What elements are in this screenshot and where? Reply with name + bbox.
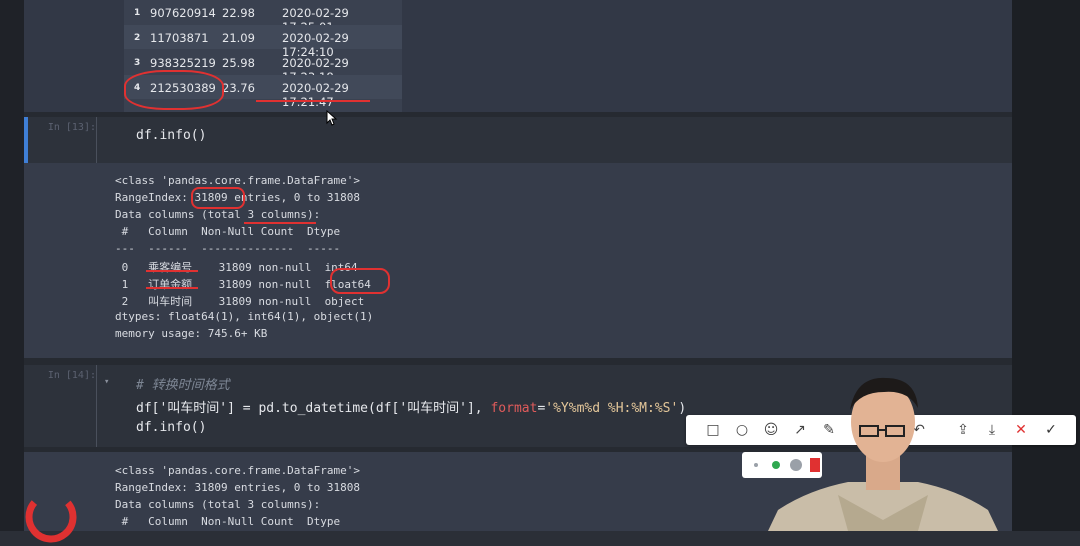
output-line: Data columns (total 3 columns): xyxy=(115,498,321,511)
annotation-circle-row4 xyxy=(124,70,224,110)
circle-icon[interactable]: ○ xyxy=(731,419,753,441)
size-small-dot[interactable] xyxy=(754,463,758,467)
table-row: 2 11703871 21.09 2020-02-29 17:24:10 xyxy=(124,25,402,59)
code-line[interactable]: df.info() xyxy=(136,420,206,435)
cell-passenger-id: 938325219 xyxy=(150,56,216,70)
cell-order-amount: 22.98 xyxy=(222,6,255,20)
output-line: RangeIndex: 31809 entries, 0 to 31808 xyxy=(115,481,361,494)
output-line: <class 'pandas.core.frame.DataFrame'> xyxy=(115,464,361,477)
cell-call-time: 2020-02-29 17:21:47 xyxy=(282,81,349,109)
close-icon[interactable]: ✕ xyxy=(1010,419,1032,441)
output-line: # Column Non-Null Count Dtype xyxy=(115,515,341,528)
output-line: 2 叫车时间 31809 non-null object xyxy=(115,295,365,308)
check-icon[interactable]: ✓ xyxy=(1040,419,1062,441)
code-keyword: format xyxy=(490,401,538,416)
output-line: <class 'pandas.core.frame.DataFrame'> xyxy=(115,174,361,187)
cell-prompt: In [13]: xyxy=(47,122,96,133)
output-line: --- ------ -------------- ----- xyxy=(115,242,341,255)
cell-order-amount: 25.98 xyxy=(222,56,255,70)
annotation-underline-col0 xyxy=(146,270,198,272)
square-icon[interactable]: □ xyxy=(702,419,724,441)
row-index: 2 xyxy=(134,33,141,43)
cell-order-amount: 23.76 xyxy=(222,81,255,95)
gutter-divider xyxy=(96,117,97,163)
cell-prompt: In [14]: xyxy=(47,370,96,381)
code-line-to-datetime[interactable]: df['叫车时间'] = pd.to_datetime(df['叫车时间'], … xyxy=(136,397,686,416)
annotation-underline-col1 xyxy=(146,287,198,289)
collapse-arrow-icon[interactable]: ▾ xyxy=(104,377,109,387)
output-line: # Column Non-Null Count Dtype xyxy=(115,225,341,238)
cell-passenger-id: 907620914 xyxy=(150,6,216,20)
logo-icon xyxy=(25,491,77,543)
cell-passenger-id: 11703871 xyxy=(150,31,209,45)
output-line: memory usage: 745.6+ KB xyxy=(115,327,268,340)
output-line: Data columns (total 3 columns): xyxy=(115,208,321,221)
left-margin xyxy=(0,0,24,531)
mouse-cursor-icon xyxy=(326,110,338,126)
code-token: ) xyxy=(678,401,687,416)
code-token: df['叫车时间'] = pd.to_datetime(df['叫车时间'], xyxy=(136,401,491,416)
row-index: 3 xyxy=(134,58,141,68)
output-line: 0 乘客编号 31809 non-null int64 xyxy=(115,261,358,274)
table-row: 1 907620914 22.98 2020-02-29 17:25:01 xyxy=(124,0,402,34)
row-index: 1 xyxy=(134,8,141,18)
cell-order-amount: 21.09 xyxy=(222,31,255,45)
presenter-webcam-icon xyxy=(768,377,998,531)
annotation-box-entries xyxy=(191,187,245,209)
right-margin xyxy=(1012,0,1080,531)
output-line: dtypes: float64(1), int64(1), object(1) xyxy=(115,310,374,323)
code-comment[interactable]: # 转换时间格式 xyxy=(136,374,230,393)
code-string: '%Y%m%d %H:%M:%S' xyxy=(545,401,679,416)
annotation-underline-time xyxy=(256,100,370,102)
annotation-underline-columns xyxy=(244,222,316,224)
code-line[interactable]: df.info() xyxy=(136,128,206,143)
gutter-divider xyxy=(96,365,97,447)
annotation-box-float64 xyxy=(330,268,390,294)
